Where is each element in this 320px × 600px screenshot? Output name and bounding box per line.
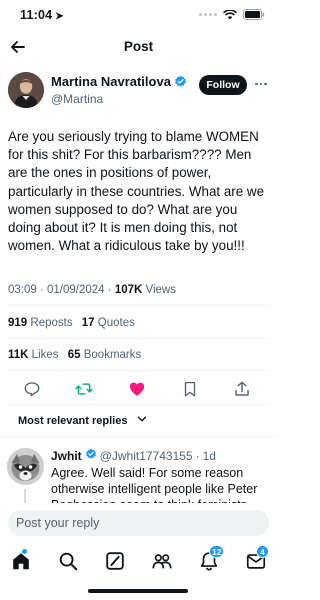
avatar[interactable] <box>7 448 44 485</box>
verified-badge-icon <box>85 448 97 463</box>
reply-text: Agree. Well said! For some reason otherw… <box>51 466 258 503</box>
like-icon[interactable] <box>128 380 146 398</box>
views-label: Views <box>145 284 176 296</box>
views-count: 107K <box>114 284 143 296</box>
likes-count: 11K <box>8 349 29 361</box>
author-name[interactable]: Martina Navratilova <box>51 74 171 89</box>
quotes-label: Quotes <box>97 317 135 329</box>
messages-badge: 4 <box>256 545 269 558</box>
notifications-badge: 12 <box>209 545 225 558</box>
tweet-text: Are you seriously trying to blame WOMEN … <box>8 129 265 254</box>
home-icon[interactable] <box>10 549 32 572</box>
bookmarks-label: Bookmarks <box>83 349 142 361</box>
reply-header: Jwhit @Jwhit17743155 · 1d <box>51 448 216 463</box>
divider <box>8 338 269 339</box>
tweet-date: 01/09/2024 <box>47 284 105 296</box>
reposts-label: Reposts <box>30 317 73 329</box>
likes-label: Likes <box>31 349 59 361</box>
messages-icon[interactable]: 4 <box>245 545 269 572</box>
divider <box>0 436 277 437</box>
tweet-meta: 03:09 · 01/09/2024 · 107K Views <box>8 284 176 296</box>
communities-icon[interactable] <box>151 550 173 572</box>
reply-item[interactable]: Jwhit @Jwhit17743155 · 1d Agree. Well sa… <box>0 443 277 503</box>
divider <box>8 404 269 405</box>
cellular-signal-icon <box>199 13 217 16</box>
reply-author-name[interactable]: Jwhit <box>51 449 82 463</box>
tweet-author: Martina Navratilova @Martina Follow <box>8 72 269 112</box>
status-indicators <box>199 9 265 20</box>
notifications-icon[interactable]: 12 <box>198 545 225 572</box>
quotes-stat[interactable]: 17 Quotes <box>82 317 135 329</box>
nav-header: Post <box>0 30 277 64</box>
bookmarks-stat[interactable]: 65 Bookmarks <box>68 349 142 361</box>
reply-input[interactable] <box>8 510 269 536</box>
status-time: 11:04 ➤ <box>20 8 64 22</box>
likes-stat[interactable]: 11K Likes <box>8 349 59 361</box>
verified-badge-icon <box>174 75 187 88</box>
replies-sort-label: Most relevant replies <box>18 414 128 427</box>
grok-icon[interactable] <box>104 550 126 572</box>
divider <box>8 305 269 306</box>
home-indicator <box>88 589 188 593</box>
reply-time: 1d <box>202 448 216 463</box>
bookmark-icon[interactable] <box>181 380 199 398</box>
status-time-text: 11:04 <box>20 8 53 22</box>
repost-icon[interactable] <box>75 380 93 398</box>
avatar[interactable] <box>8 72 44 108</box>
home-unread-dot <box>22 549 27 554</box>
status-bar: 11:04 ➤ <box>0 0 277 30</box>
more-options-icon[interactable] <box>253 76 269 92</box>
reply-separator: · <box>195 448 200 463</box>
likes-bookmarks-row: 11K Likes 65 Bookmarks <box>8 349 141 361</box>
wifi-icon <box>223 9 237 20</box>
reposts-count: 919 <box>8 317 28 329</box>
replies-sort-dropdown[interactable]: Most relevant replies <box>18 414 147 427</box>
reposts-stat[interactable]: 919 Reposts <box>8 317 73 329</box>
reply-author-handle[interactable]: @Jwhit17743155 <box>100 449 193 463</box>
author-handle[interactable]: @Martina <box>51 92 103 106</box>
reply-icon[interactable] <box>23 380 41 398</box>
tweet-time: 03:09 <box>8 284 37 296</box>
location-arrow-icon: ➤ <box>55 11 64 22</box>
search-icon[interactable] <box>57 550 79 572</box>
reposts-quotes-row: 919 Reposts 17 Quotes <box>8 317 135 329</box>
quotes-count: 17 <box>81 317 95 329</box>
battery-icon <box>243 9 265 20</box>
bottom-tab-bar: 12 4 <box>0 544 277 578</box>
bookmarks-count: 65 <box>67 349 81 361</box>
divider <box>8 370 269 371</box>
share-icon[interactable] <box>233 380 251 398</box>
follow-button[interactable]: Follow <box>199 75 247 95</box>
author-name-row: Martina Navratilova <box>51 74 187 89</box>
chevron-down-icon <box>137 414 147 427</box>
reply-composer <box>8 510 269 536</box>
thread-line <box>24 489 26 503</box>
page-title: Post <box>123 39 154 54</box>
tweet-actions <box>8 378 269 400</box>
